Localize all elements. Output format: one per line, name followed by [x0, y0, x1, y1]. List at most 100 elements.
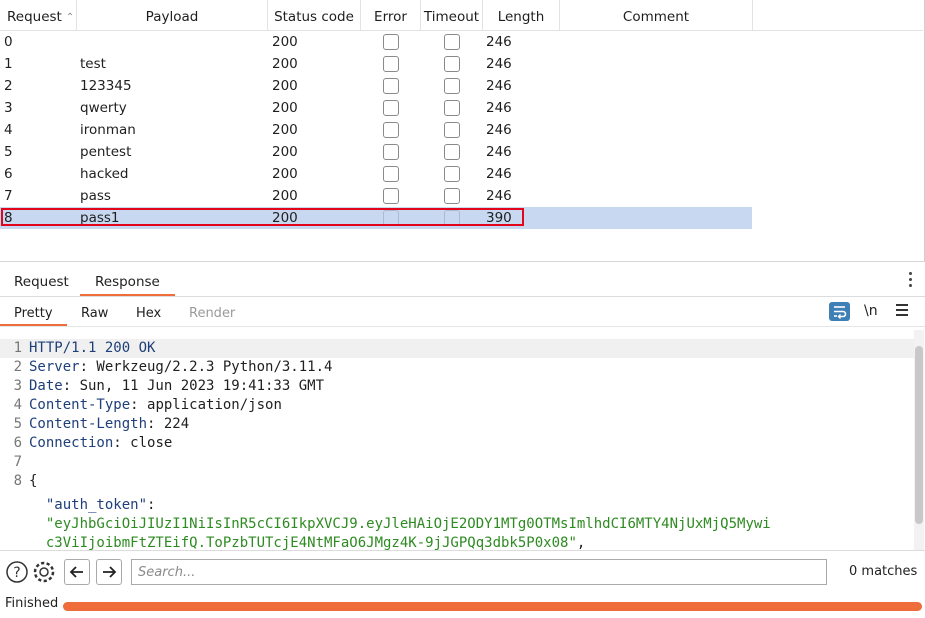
timeout-checkbox[interactable] — [444, 122, 460, 138]
column-header-length[interactable]: Length — [483, 0, 560, 30]
code-string: "eyJhbGciOiJIUzI1NiIsInR5cCI6IkpXVCJ9.ey… — [29, 516, 771, 532]
line-number: 7 — [13, 454, 22, 470]
cell-status-code: 200 — [272, 166, 298, 182]
cell-payload: pentest — [80, 144, 132, 160]
search-bar: ? 0 matches — [0, 550, 925, 591]
table-row[interactable]: 8 pass1 200 390 — [0, 207, 752, 229]
svg-text:?: ? — [13, 565, 20, 581]
tab-render[interactable]: Render — [189, 302, 235, 326]
column-header-payload[interactable]: Payload — [77, 0, 268, 30]
timeout-checkbox[interactable] — [444, 56, 460, 72]
table-row[interactable]: 4 ironman 200 246 — [0, 119, 752, 141]
column-header-request[interactable]: Request ⌃ — [0, 0, 77, 30]
error-checkbox[interactable] — [383, 100, 399, 116]
error-checkbox[interactable] — [383, 122, 399, 138]
scrollbar-thumb[interactable] — [915, 346, 923, 524]
cell-length: 390 — [486, 210, 512, 226]
line-number: 3 — [13, 378, 22, 394]
error-checkbox[interactable] — [383, 210, 399, 226]
settings-gear-icon[interactable] — [31, 559, 57, 585]
cell-length: 246 — [486, 34, 512, 50]
table-row[interactable]: 2 123345 200 246 — [0, 75, 752, 97]
table-row[interactable]: 1 test 200 246 — [0, 53, 752, 75]
next-match-button[interactable] — [96, 559, 122, 585]
word-wrap-icon[interactable] — [829, 302, 850, 321]
code-line: 7 — [0, 453, 914, 472]
code-line: 4 Content-Type: application/json — [0, 396, 914, 415]
column-header-error[interactable]: Error — [361, 0, 421, 30]
code-key: HTTP/1.1 200 OK — [29, 340, 156, 356]
code-text: Connection: close — [29, 434, 172, 453]
column-header-label: Request — [7, 9, 62, 25]
cell-status-code: 200 — [272, 34, 298, 50]
tab-response[interactable]: Response — [80, 266, 175, 296]
cell-request: 3 — [4, 100, 13, 116]
code-punct: : application/json — [130, 397, 282, 413]
error-checkbox[interactable] — [383, 78, 399, 94]
cell-length: 246 — [486, 144, 512, 160]
timeout-checkbox[interactable] — [444, 166, 460, 182]
table-row[interactable]: 0 200 246 — [0, 31, 752, 53]
sort-ascending-icon: ⌃ — [65, 12, 75, 23]
code-key: Server — [29, 359, 80, 375]
code-key: Content-Length — [29, 416, 148, 432]
table-row[interactable]: 6 hacked 200 246 — [0, 163, 752, 185]
cell-payload: 123345 — [80, 78, 132, 94]
column-header-timeout[interactable]: Timeout — [421, 0, 483, 30]
tab-pretty[interactable]: Pretty — [0, 302, 67, 326]
column-header-status-code[interactable]: Status code — [268, 0, 361, 30]
error-checkbox[interactable] — [383, 56, 399, 72]
code-text: Server: Werkzeug/2.2.3 Python/3.11.4 — [29, 358, 332, 377]
cell-status-code: 200 — [272, 56, 298, 72]
code-text: "auth_token": — [29, 496, 156, 515]
code-line: 5 Content-Length: 224 — [0, 415, 914, 434]
tab-raw[interactable]: Raw — [81, 302, 108, 326]
search-input[interactable] — [131, 559, 827, 585]
error-checkbox[interactable] — [383, 166, 399, 182]
code-punct: : 224 — [147, 416, 190, 432]
previous-match-button[interactable] — [64, 559, 90, 585]
cell-request: 5 — [4, 144, 13, 160]
editor-scrollbar[interactable] — [914, 330, 924, 550]
cell-length: 246 — [486, 122, 512, 138]
code-punct: : close — [113, 435, 173, 451]
cell-payload: pass1 — [80, 210, 120, 226]
cell-request: 7 — [4, 188, 13, 204]
tab-request[interactable]: Request — [14, 266, 69, 296]
match-count: 0 matches — [849, 564, 918, 579]
error-checkbox[interactable] — [383, 188, 399, 204]
status-bar: Finished — [0, 592, 925, 618]
code-line: 8{ — [0, 472, 914, 491]
help-icon[interactable]: ? — [5, 559, 31, 585]
hamburger-menu-icon[interactable] — [896, 304, 908, 319]
table-row[interactable]: 7 pass 200 246 — [0, 185, 752, 207]
timeout-checkbox[interactable] — [444, 78, 460, 94]
code-line: 3 Date: Sun, 11 Jun 2023 19:41:33 GMT — [0, 377, 914, 396]
message-tabs: Request Response — [0, 266, 925, 297]
timeout-checkbox[interactable] — [444, 100, 460, 116]
error-checkbox[interactable] — [383, 34, 399, 50]
table-row[interactable]: 5 pentest 200 246 — [0, 141, 752, 163]
timeout-checkbox[interactable] — [444, 144, 460, 160]
column-header-comment[interactable]: Comment — [560, 0, 753, 30]
cell-length: 246 — [486, 188, 512, 204]
code-key: "auth_token" — [45, 497, 148, 513]
code-punct: : — [147, 497, 156, 513]
cell-status-code: 200 — [272, 78, 298, 94]
code-text: { — [29, 472, 37, 491]
tab-hex[interactable]: Hex — [136, 302, 161, 326]
timeout-checkbox[interactable] — [444, 188, 460, 204]
timeout-checkbox[interactable] — [444, 34, 460, 50]
code-text: HTTP/1.1 200 OK — [29, 339, 155, 358]
error-checkbox[interactable] — [383, 144, 399, 160]
timeout-checkbox[interactable] — [444, 210, 460, 226]
progress-bar-fill — [63, 602, 922, 611]
line-number: 1 — [13, 340, 22, 356]
response-editor[interactable]: 1 HTTP/1.1 200 OK 2 Server: Werkzeug/2.2.3 … — [0, 330, 914, 550]
more-options-icon[interactable] — [909, 272, 913, 290]
table-row[interactable]: 3 qwerty 200 246 — [0, 97, 752, 119]
code-punct: : Werkzeug/2.2.3 Python/3.11.4 — [79, 359, 333, 375]
code-line: 1 HTTP/1.1 200 OK — [0, 339, 914, 358]
code-line: c3ViIjoibmFtZTEifQ.ToPzbTUTcjE4NtMFaO6JM… — [0, 534, 914, 550]
show-newlines-button[interactable]: \n — [864, 302, 878, 321]
